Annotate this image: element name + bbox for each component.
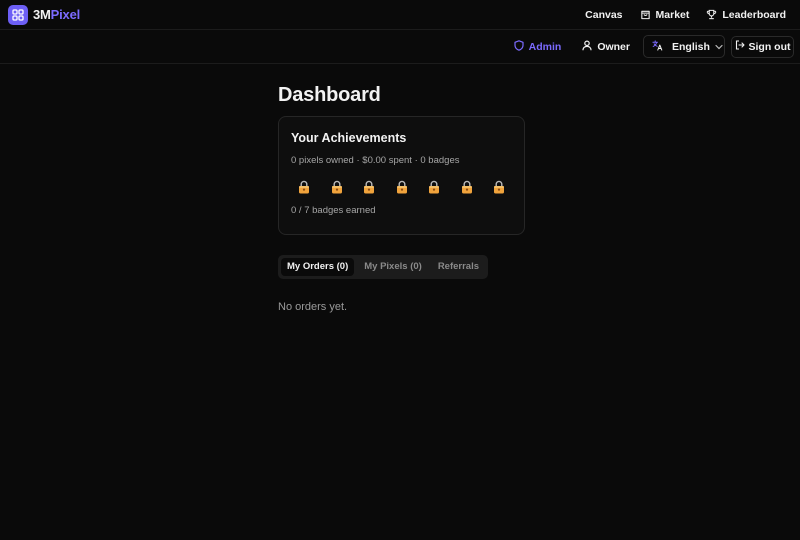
lock-icon — [298, 180, 310, 194]
lock-icon — [428, 180, 440, 194]
app-name: 3MPixel — [33, 7, 80, 22]
app-name-main: 3M — [33, 7, 51, 22]
main-nav: Canvas Market Leaderboard — [585, 9, 786, 21]
lock-icon — [396, 180, 408, 194]
admin-link[interactable]: Admin — [514, 39, 562, 54]
badge-list — [291, 180, 512, 194]
language-select[interactable]: English — [643, 35, 725, 58]
language-value: English — [672, 40, 710, 53]
grid-icon — [8, 4, 28, 25]
sign-out-icon — [735, 40, 745, 53]
chevron-down-icon — [715, 41, 723, 53]
bag-icon — [640, 9, 651, 20]
achievements-card: Your Achievements 0 pixels owned · $0.00… — [278, 116, 525, 235]
dashboard-main: Dashboard Your Achievements 0 pixels own… — [278, 84, 525, 313]
shield-icon — [514, 39, 524, 54]
nav-leaderboard[interactable]: Leaderboard — [706, 9, 786, 21]
nav-market[interactable]: Market — [640, 8, 690, 21]
tab-referrals[interactable]: Referrals — [432, 258, 485, 276]
lock-icon — [331, 180, 343, 194]
user-icon — [582, 39, 592, 54]
achievements-stats: 0 pixels owned · $0.00 spent · 0 badges — [291, 155, 460, 166]
nav-market-label: Market — [655, 8, 690, 21]
trophy-icon — [706, 9, 717, 20]
nav-canvas-label: Canvas — [585, 8, 623, 21]
page-title: Dashboard — [278, 84, 381, 106]
user-toolbar: Admin Owner English Sign out — [0, 30, 800, 64]
tab-my-orders[interactable]: My Orders (0) — [281, 258, 355, 276]
lock-icon — [461, 180, 473, 194]
owner-link[interactable]: Owner — [582, 39, 630, 54]
app-name-accent: Pixel — [50, 7, 81, 22]
top-navbar: 3MPixel Canvas Market Leaderboard — [0, 0, 800, 30]
lock-icon — [493, 180, 505, 194]
translate-icon — [652, 39, 663, 54]
nav-canvas[interactable]: Canvas — [585, 9, 622, 21]
admin-label: Admin — [528, 40, 562, 53]
nav-leaderboard-label: Leaderboard — [722, 8, 786, 21]
sign-out-label: Sign out — [748, 40, 791, 53]
orders-empty-message: No orders yet. — [278, 301, 348, 313]
dashboard-tabs: My Orders (0) My Pixels (0) Referrals — [278, 255, 489, 279]
badges-progress: 0 / 7 badges earned — [291, 205, 376, 216]
owner-label: Owner — [597, 40, 630, 53]
achievements-title: Your Achievements — [291, 131, 407, 145]
tab-my-pixels[interactable]: My Pixels (0) — [358, 258, 428, 276]
sign-out-button[interactable]: Sign out — [731, 35, 794, 58]
lock-icon — [363, 180, 375, 194]
app-logo[interactable]: 3MPixel — [8, 4, 80, 25]
